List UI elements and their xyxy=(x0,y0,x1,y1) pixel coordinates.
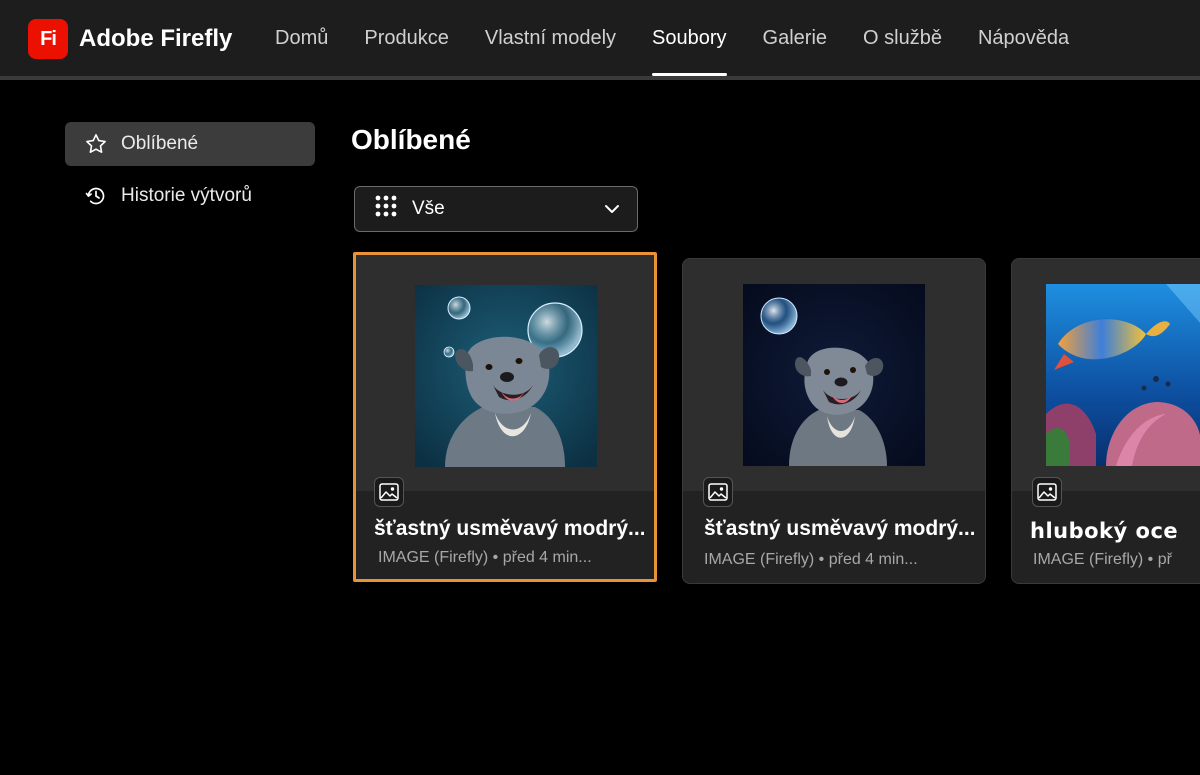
nav-item-production[interactable]: Produkce xyxy=(346,0,467,76)
asset-card[interactable]: šťastný usměvavý modrý... IMAGE (Firefly… xyxy=(353,252,657,582)
nav-item-about[interactable]: O službě xyxy=(845,0,960,76)
page-title: Oblíbené xyxy=(351,124,471,155)
asset-title: šťastný usměvavý modrý... xyxy=(704,517,974,540)
image-icon xyxy=(703,477,733,507)
asset-meta: IMAGE (Firefly) • př xyxy=(1033,551,1172,568)
asset-thumbnail[interactable] xyxy=(743,284,925,466)
history-icon xyxy=(83,183,109,209)
asset-card[interactable]: hluboký oce IMAGE (Firefly) • př xyxy=(1011,258,1200,584)
app-name: Adobe Firefly xyxy=(79,25,233,52)
nav-item-custom-models[interactable]: Vlastní modely xyxy=(467,0,634,76)
grid-icon xyxy=(374,194,398,224)
filter-dropdown[interactable]: Vše xyxy=(354,186,638,232)
asset-title: šťastný usměvavý modrý... xyxy=(374,517,644,540)
image-icon xyxy=(374,477,404,507)
top-bar: Fi Adobe Firefly Domů Produkce Vlastní m… xyxy=(0,0,1200,80)
nav-item-help[interactable]: Nápověda xyxy=(960,0,1087,76)
asset-card[interactable]: šťastný usměvavý modrý... IMAGE (Firefly… xyxy=(682,258,986,584)
nav-item-files[interactable]: Soubory xyxy=(634,0,745,76)
asset-thumbnail[interactable] xyxy=(415,285,597,467)
chevron-down-icon xyxy=(603,200,621,224)
firefly-logo-icon: Fi xyxy=(28,19,68,59)
main-nav: Domů Produkce Vlastní modely Soubory Gal… xyxy=(257,0,1087,76)
asset-meta: IMAGE (Firefly) • před 4 min... xyxy=(704,551,918,568)
asset-thumbnail[interactable] xyxy=(1046,284,1200,466)
star-icon xyxy=(83,131,109,157)
sidebar-item-history[interactable]: Historie výtvorů xyxy=(65,174,315,218)
image-icon xyxy=(1032,477,1062,507)
filter-selected-value: Vše xyxy=(412,198,445,219)
sidebar-item-favorites[interactable]: Oblíbené xyxy=(65,122,315,166)
sidebar-item-label: Historie výtvorů xyxy=(121,185,252,206)
nav-item-home[interactable]: Domů xyxy=(257,0,346,76)
asset-meta: IMAGE (Firefly) • před 4 min... xyxy=(378,549,592,566)
sidebar: Oblíbené Historie výtvorů xyxy=(65,122,315,226)
asset-title: hluboký oce xyxy=(1030,519,1179,543)
nav-item-gallery[interactable]: Galerie xyxy=(745,0,845,76)
sidebar-item-label: Oblíbené xyxy=(121,133,199,154)
app-logo[interactable]: Fi Adobe Firefly xyxy=(28,19,232,59)
